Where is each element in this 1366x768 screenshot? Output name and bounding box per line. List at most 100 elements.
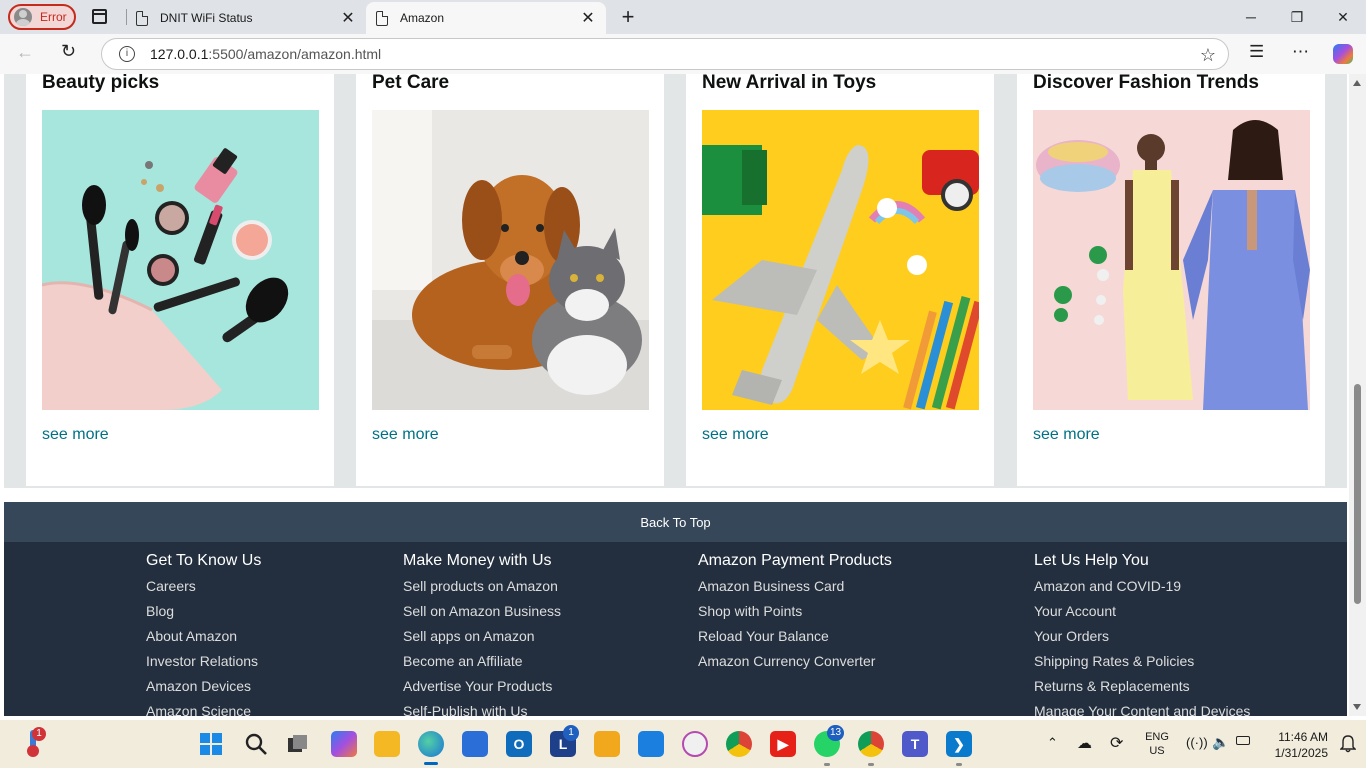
scroll-up-arrow-icon[interactable] [1353,80,1361,86]
running-app-indicator [956,763,962,766]
footer-link[interactable]: Amazon Science [146,703,261,716]
sync-icon[interactable]: ⟳ [1110,733,1123,753]
browser-toolbar: ← ↻ i 127.0.0.1 :5500/amazon/amazon.html… [0,34,1366,74]
footer-link[interactable]: Shop with Points [698,603,892,628]
notification-bell-icon[interactable] [1340,735,1356,753]
close-tab-icon[interactable]: ✕ [338,8,358,28]
scroll-thumb[interactable] [1354,384,1361,604]
wifi-icon[interactable]: ((·)) [1186,735,1208,750]
favorites-list-icon[interactable]: ☰ [1249,42,1264,62]
show-hidden-icons-chevron-icon[interactable]: ⌃ [1047,735,1058,751]
file-explorer-icon[interactable] [374,731,400,757]
footer-link[interactable]: Become an Affiliate [403,653,561,678]
tab-title: Amazon [400,11,445,25]
battery-icon[interactable] [1236,736,1250,745]
footer-link[interactable]: Advertise Your Products [403,678,561,703]
clock-time: 11:46 AM [1278,730,1328,744]
teams-icon[interactable]: T [902,731,928,757]
language-code: ENG [1145,731,1169,743]
footer-heading: Let Us Help You [1034,552,1149,569]
back-arrow-icon[interactable]: ← [16,42,34,63]
see-more-link[interactable]: see more [372,426,439,444]
beauty-products-image[interactable] [42,110,319,410]
restore-window-icon[interactable]: ❐ [1274,0,1320,34]
tab-dnit-wifi-status[interactable]: DNIT WiFi Status ✕ [126,2,366,34]
footer-link[interactable]: Amazon Business Card [698,578,892,603]
footer-link[interactable]: Careers [146,578,261,603]
onedrive-cloud-icon[interactable]: ☁ [1077,734,1092,752]
see-more-link[interactable]: see more [1033,426,1100,444]
site-info-icon[interactable]: i [119,46,135,62]
clock-date: 1/31/2025 [1274,746,1328,760]
youtube-icon[interactable]: ▶ [770,731,796,757]
footer-heading: Make Money with Us [403,552,552,569]
footer-link[interactable]: Amazon Devices [146,678,261,703]
minimize-window-icon[interactable]: ─ [1228,0,1274,34]
profile-button[interactable]: Error [8,4,76,30]
footer-link[interactable]: Sell products on Amazon [403,578,561,603]
see-more-link[interactable]: see more [42,426,109,444]
vscode-icon[interactable]: ❯ [946,731,972,757]
microsoft-store-icon[interactable] [462,731,488,757]
footer-column-make-money: Make Money with Us Sell products on Amaz… [403,552,561,716]
card-title: Discover Fashion Trends [1033,74,1259,93]
scroll-down-arrow-icon[interactable] [1353,704,1361,710]
edge-browser-icon[interactable] [418,731,444,757]
page-viewport: Beauty picks see more Pet Care see more … [0,74,1349,716]
alexa-app-icon[interactable] [638,731,664,757]
footer-link[interactable]: Self-Publish with Us [403,703,561,716]
running-app-indicator [824,763,830,766]
footer-link[interactable]: Amazon and COVID-19 [1034,578,1250,603]
fashion-models-image[interactable] [1033,110,1310,410]
address-bar[interactable]: i 127.0.0.1 :5500/amazon/amazon.html ☆ [101,38,1229,70]
search-icon[interactable] [244,732,268,756]
category-cards-area: Beauty picks see more Pet Care see more … [4,74,1347,488]
card-title: Beauty picks [42,74,160,93]
tab-title: DNIT WiFi Status [160,11,253,25]
footer-link[interactable]: Blog [146,603,261,628]
footer-column-get-to-know-us: Get To Know Us Careers Blog About Amazon… [146,552,261,716]
footer-link[interactable]: Shipping Rates & Policies [1034,653,1250,678]
task-view-icon[interactable] [286,732,310,756]
dog-and-cat-image[interactable] [372,110,649,410]
profile-avatar-icon [14,8,32,26]
volume-icon[interactable]: 🔈 [1212,734,1229,751]
footer-link[interactable]: Your Orders [1034,628,1250,653]
footer-link[interactable]: Manage Your Content and Devices [1034,703,1250,716]
url-path: :5500/amazon/amazon.html [208,46,382,62]
footer-link[interactable]: Sell on Amazon Business [403,603,561,628]
tab-actions-icon[interactable] [92,9,107,24]
outlook-icon[interactable]: O [506,731,532,757]
see-more-link[interactable]: see more [702,426,769,444]
windows-start-icon[interactable] [199,732,223,756]
close-tab-icon[interactable]: ✕ [578,8,598,28]
tab-amazon[interactable]: Amazon ✕ [366,2,606,34]
chrome-browser-icon[interactable] [726,731,752,757]
page-icon [136,10,148,26]
footer-link[interactable]: Returns & Replacements [1034,678,1250,703]
language-indicator[interactable]: ENG US [1140,730,1174,758]
footer: Get To Know Us Careers Blog About Amazon… [4,542,1347,716]
media-app-icon[interactable] [594,731,620,757]
footer-link[interactable]: Sell apps on Amazon [403,628,561,653]
copilot-icon[interactable] [1333,44,1353,64]
system-clock[interactable]: 11:46 AM 1/31/2025 [1264,729,1328,761]
reload-icon[interactable]: ↻ [61,41,76,62]
footer-link[interactable]: Reload Your Balance [698,628,892,653]
new-tab-plus-icon[interactable]: + [616,4,640,30]
page-scrollbar[interactable] [1349,74,1366,716]
footer-link[interactable]: Investor Relations [146,653,261,678]
close-window-icon[interactable]: ✕ [1320,0,1366,34]
favorite-star-icon[interactable]: ☆ [1200,45,1216,66]
footer-heading: Get To Know Us [146,552,262,569]
footer-link[interactable]: About Amazon [146,628,261,653]
footer-link[interactable]: Your Account [1034,603,1250,628]
copilot-app-icon[interactable] [331,731,357,757]
chrome-profile-icon[interactable] [858,731,884,757]
more-menu-icon[interactable]: ⋯ [1292,42,1309,62]
toy-airplane-image[interactable] [702,110,979,410]
password-manager-icon[interactable] [682,731,708,757]
footer-link[interactable]: Amazon Currency Converter [698,653,892,678]
category-card-beauty: Beauty picks see more [26,74,334,486]
back-to-top-button[interactable]: Back To Top [4,502,1347,542]
